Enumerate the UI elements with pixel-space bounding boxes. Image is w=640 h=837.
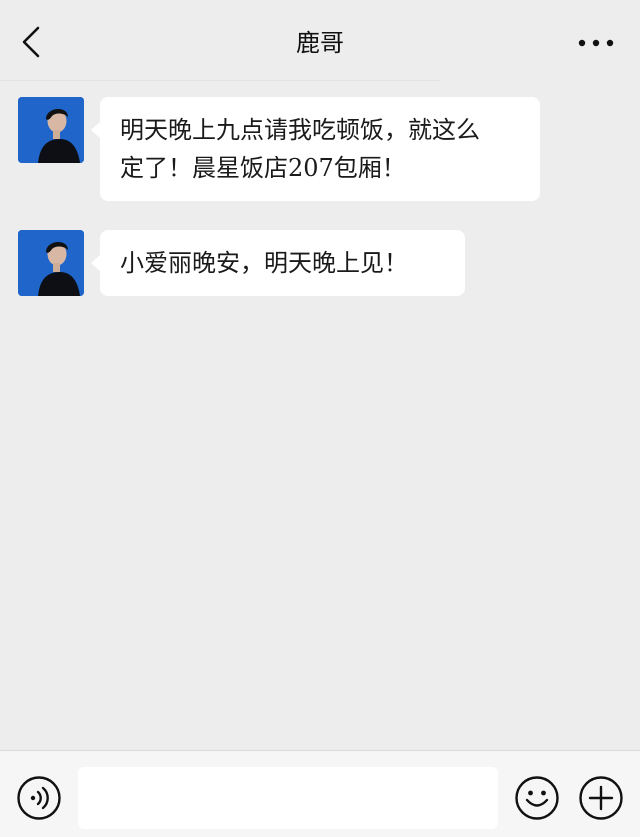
- more-button[interactable]: [576, 28, 616, 58]
- chevron-left-icon: [22, 26, 40, 58]
- message-input[interactable]: [78, 767, 498, 829]
- voice-button[interactable]: [16, 775, 62, 821]
- message-bubble[interactable]: 明天晚上九点请我吃顿饭，就这么 定了！晨星饭店207包厢！: [91, 97, 540, 201]
- top-bar: 鹿哥: [0, 0, 640, 82]
- plus-button[interactable]: [578, 775, 624, 821]
- message-text-line: 明天晚上九点请我吃顿饭，就这么: [120, 116, 480, 144]
- more-dots-icon: [578, 39, 614, 47]
- avatar-photo: [18, 230, 84, 296]
- avatar-photo: [18, 97, 84, 163]
- avatar[interactable]: [18, 97, 84, 163]
- message-text-line: 定了！晨星饭店207包厢！: [120, 154, 406, 182]
- voice-icon: [17, 776, 61, 820]
- message-bubble[interactable]: 小爱丽晚安，明天晚上见！: [91, 230, 465, 296]
- emoji-button[interactable]: [514, 775, 560, 821]
- message-text-line: 小爱丽晚安，明天晚上见！: [120, 249, 408, 277]
- plus-icon: [579, 776, 623, 820]
- avatar[interactable]: [18, 230, 84, 296]
- header-divider: [0, 80, 440, 81]
- input-bar: [0, 750, 640, 837]
- chat-title: 鹿哥: [296, 29, 344, 57]
- emoji-icon: [515, 776, 559, 820]
- back-button[interactable]: [14, 24, 50, 60]
